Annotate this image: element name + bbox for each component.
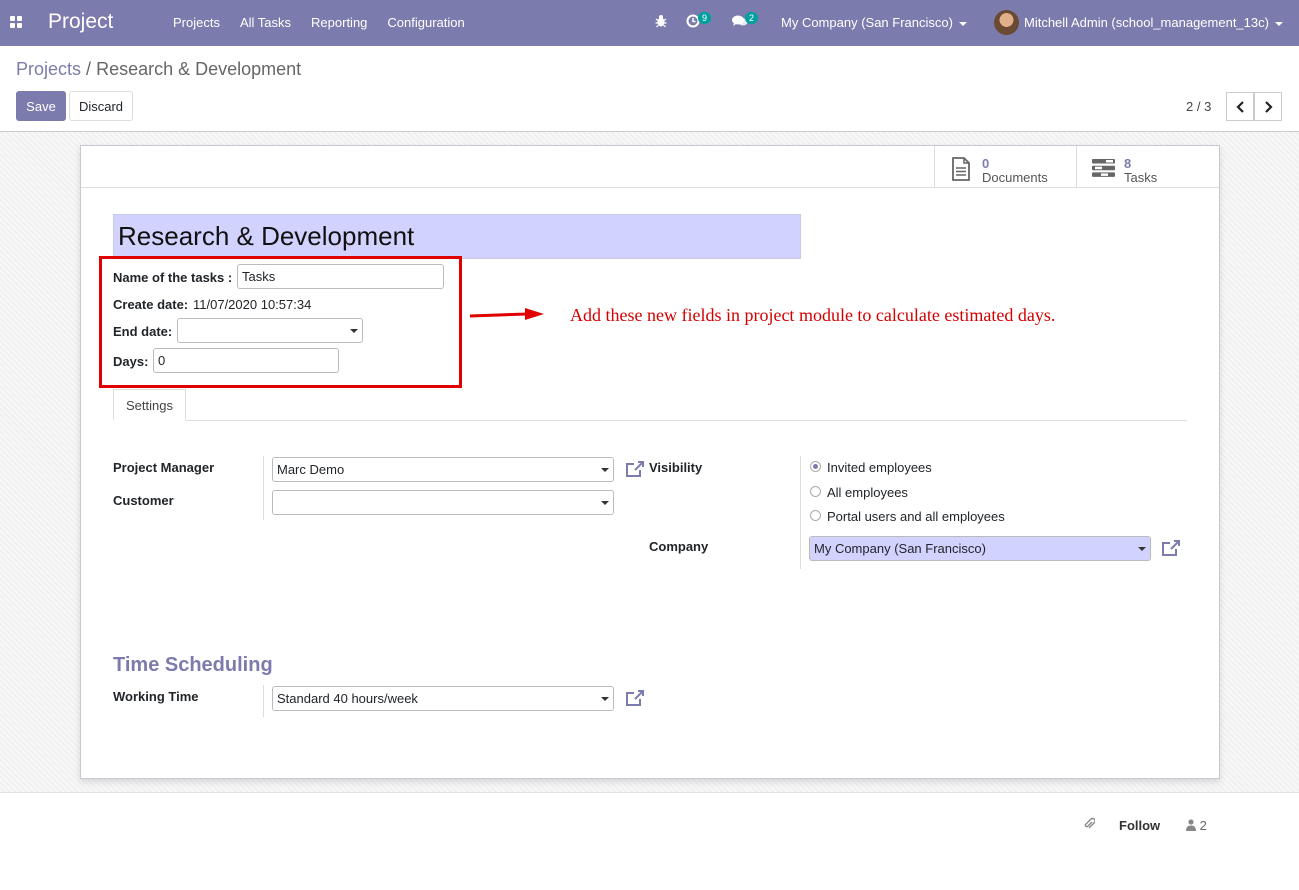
external-link-icon[interactable] <box>1161 539 1181 557</box>
column-separator <box>263 685 264 717</box>
documents-label: Documents <box>982 170 1048 185</box>
follow-button[interactable]: Follow <box>1119 818 1160 833</box>
working-time-value: Standard 40 hours/week <box>277 691 418 706</box>
message-badge: 2 <box>745 12 759 24</box>
breadcrumb-current: Research & Development <box>96 59 302 79</box>
visibility-radio-invited[interactable] <box>810 461 821 472</box>
top-navbar: Project Projects All Tasks Reporting Con… <box>0 0 1299 46</box>
menu-projects[interactable]: Projects <box>163 0 230 46</box>
document-icon <box>952 157 970 181</box>
company-switcher[interactable]: My Company (San Francisco) <box>781 15 967 30</box>
documents-count: 0 <box>982 156 990 171</box>
caret-down-icon <box>1138 547 1146 551</box>
tasks-list-icon <box>1092 159 1115 177</box>
pager-value[interactable]: 2 / 3 <box>1186 99 1211 114</box>
smart-button-box: 0 Documents 8 Tasks <box>81 146 1219 188</box>
tasks-label: Tasks <box>1124 170 1158 185</box>
breadcrumb: Projects / Research & Development <box>16 59 301 80</box>
caret-down-icon <box>601 501 609 505</box>
main-menu: Projects All Tasks Reporting Configurati… <box>163 0 475 46</box>
working-time-label: Working Time <box>113 689 199 704</box>
visibility-radio-all[interactable] <box>810 486 821 497</box>
caret-down-icon <box>958 21 967 26</box>
working-time-select[interactable]: Standard 40 hours/week <box>272 686 614 711</box>
app-name: Project <box>48 10 114 33</box>
user-name: Mitchell Admin (school_management_13c) <box>1024 15 1269 30</box>
visibility-option-all[interactable]: All employees <box>827 485 908 500</box>
bug-icon[interactable] <box>654 14 668 31</box>
project-manager-label: Project Manager <box>113 460 215 475</box>
user-menu[interactable]: Mitchell Admin (school_management_13c) <box>1024 15 1283 30</box>
customer-select[interactable] <box>272 490 614 515</box>
caret-down-icon <box>601 697 609 701</box>
column-separator <box>263 456 264 520</box>
project-manager-value: Marc Demo <box>277 462 345 477</box>
save-button[interactable]: Save <box>16 91 66 121</box>
apps-menu-icon[interactable] <box>10 16 22 28</box>
external-link-icon[interactable] <box>625 689 645 707</box>
documents-stat-button[interactable]: 0 Documents <box>934 146 1076 188</box>
project-name-input[interactable]: Research & Development <box>113 214 801 259</box>
user-avatar[interactable] <box>994 10 1019 35</box>
visibility-option-portal[interactable]: Portal users and all employees <box>827 509 1005 524</box>
menu-configuration[interactable]: Configuration <box>377 0 474 46</box>
notebook-tab-strip <box>113 420 1187 421</box>
activity-badge: 9 <box>698 12 712 24</box>
discard-button[interactable]: Discard <box>69 91 133 121</box>
tasks-count: 8 <box>1124 156 1132 171</box>
user-icon <box>1186 819 1196 831</box>
tasks-stat-button[interactable]: 8 Tasks <box>1076 146 1219 188</box>
company-label: Company <box>649 539 709 554</box>
visibility-option-invited[interactable]: Invited employees <box>827 460 932 475</box>
caret-down-icon <box>601 468 609 472</box>
menu-reporting[interactable]: Reporting <box>301 0 377 46</box>
project-manager-select[interactable]: Marc Demo <box>272 457 614 482</box>
visibility-label: Visibility <box>649 460 703 475</box>
breadcrumb-separator: / <box>86 59 92 79</box>
breadcrumb-projects-link[interactable]: Projects <box>16 59 81 79</box>
visibility-radio-portal[interactable] <box>810 510 821 521</box>
chevron-left-icon <box>1235 100 1244 113</box>
time-scheduling-title: Time Scheduling <box>113 654 273 676</box>
pager-next-button[interactable] <box>1254 92 1282 121</box>
column-separator <box>800 456 801 569</box>
external-link-icon[interactable] <box>625 460 645 478</box>
company-value: My Company (San Francisco) <box>814 541 986 556</box>
customer-label: Customer <box>113 493 174 508</box>
annotation-text: Add these new fields in project module t… <box>570 305 1056 325</box>
pager-previous-button[interactable] <box>1226 92 1254 121</box>
company-switcher-label: My Company (San Francisco) <box>781 15 953 30</box>
chevron-right-icon <box>1264 100 1273 113</box>
followers-button[interactable]: 2 <box>1186 818 1207 833</box>
tab-settings[interactable]: Settings <box>113 389 186 421</box>
company-select[interactable]: My Company (San Francisco) <box>809 536 1151 561</box>
highlight-box <box>99 256 462 388</box>
caret-down-icon <box>1274 21 1283 26</box>
annotation-arrow-icon <box>469 308 544 320</box>
paperclip-icon[interactable] <box>1083 817 1095 831</box>
menu-all-tasks[interactable]: All Tasks <box>230 0 301 46</box>
followers-count: 2 <box>1199 818 1207 833</box>
